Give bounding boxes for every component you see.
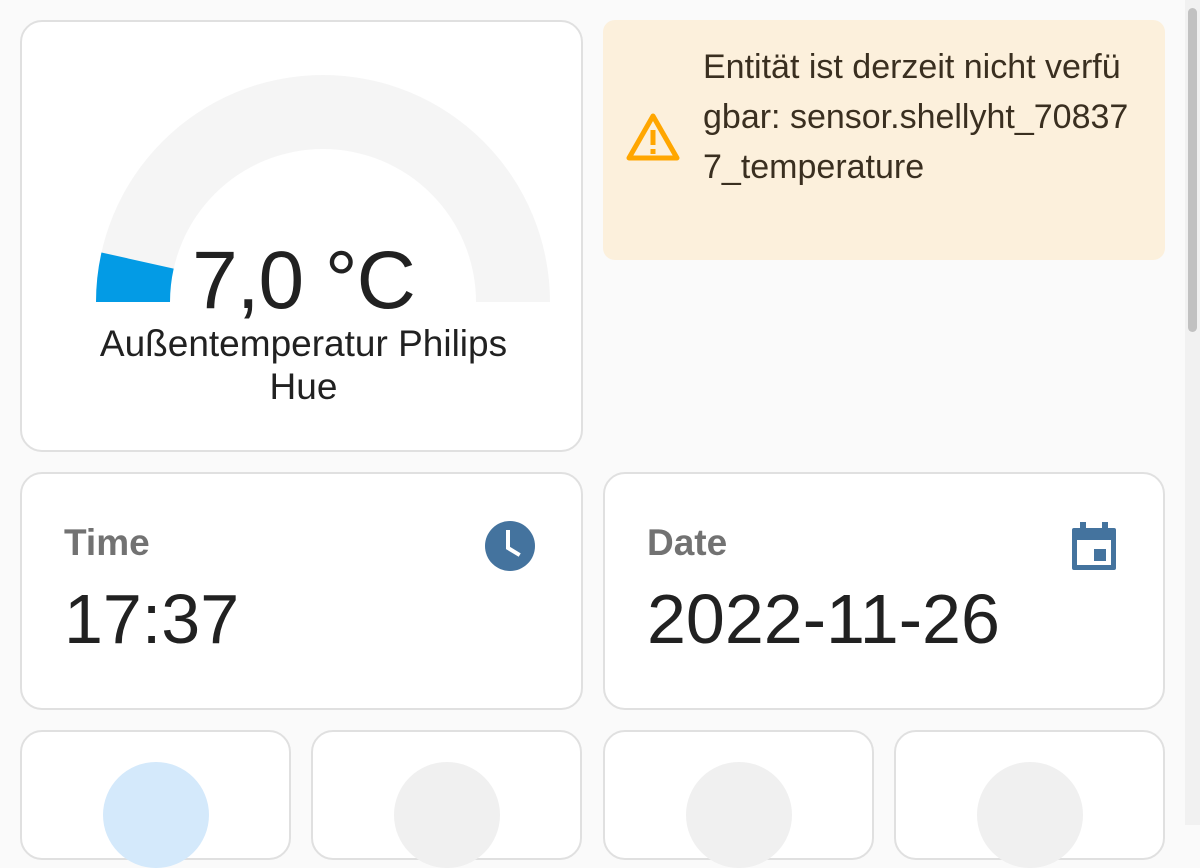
- warning-message: Entität ist derzeit nicht verfügbar: sen…: [703, 48, 1129, 186]
- calendar-icon: [1072, 522, 1116, 570]
- button-icon-circle: [394, 762, 500, 868]
- gauge-card[interactable]: 7,0 °C Außentemperatur Philips Hue: [20, 20, 583, 452]
- button-icon-circle: [103, 762, 209, 868]
- alert-triangle-icon: [626, 113, 680, 161]
- entity-unavailable-warning: Entität ist derzeit nicht verfügbar: sen…: [603, 20, 1165, 260]
- button-card-1[interactable]: [20, 730, 291, 868]
- scrollbar[interactable]: [1185, 0, 1200, 825]
- button-card-4[interactable]: [894, 730, 1165, 868]
- scrollbar-thumb[interactable]: [1188, 8, 1197, 332]
- date-entity-card[interactable]: Date 2022-11-26: [603, 472, 1165, 710]
- clock-icon: [485, 521, 535, 571]
- button-icon-circle: [977, 762, 1083, 868]
- time-entity-card[interactable]: Time 17:37: [20, 472, 583, 710]
- button-card-3[interactable]: [603, 730, 874, 868]
- entity-value: 17:37: [64, 580, 240, 658]
- gauge-value: 7,0 °C: [192, 235, 416, 326]
- entity-name: Date: [647, 522, 728, 563]
- entity-value: 2022-11-26: [647, 580, 1000, 658]
- button-icon-circle: [686, 762, 792, 868]
- entity-name: Time: [64, 522, 150, 563]
- gauge-entity-name: Außentemperatur Philips Hue: [99, 323, 508, 407]
- button-card-2[interactable]: [311, 730, 582, 868]
